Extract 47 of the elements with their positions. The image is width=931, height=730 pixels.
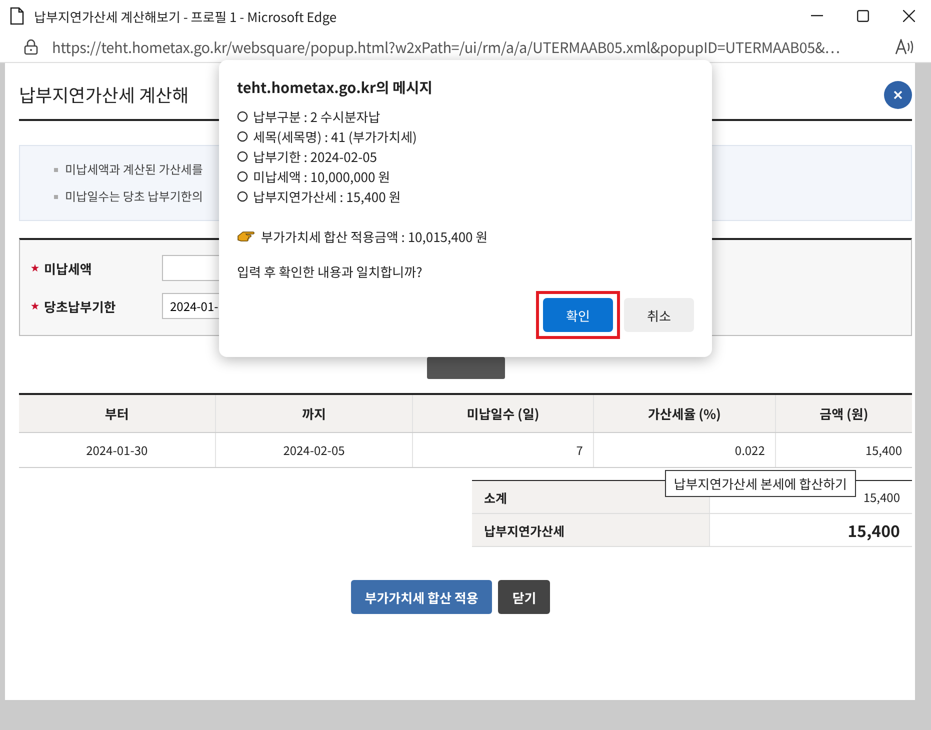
close-button[interactable]: 닫기 [498, 580, 550, 614]
summary-value: 15,400 [710, 514, 912, 546]
column-header: 금액 (원) [775, 394, 912, 432]
table-cell: 2024-01-30 [19, 432, 216, 468]
dialog-title: teht.hometax.go.kr의 메시지 [237, 77, 434, 98]
page-title: 납부지연가산세 계산해 [19, 82, 189, 108]
bullet-icon [54, 194, 58, 198]
circle-icon [237, 150, 248, 162]
table-cell: 0.022 [593, 432, 776, 468]
dialog-question: 입력 후 확인한 내용과 일치합니까? [237, 262, 424, 281]
close-icon [893, 90, 903, 100]
column-header: 가산세율 (%) [593, 394, 776, 432]
dialog-text: 납부기한 : 2024-02-05 [253, 146, 378, 166]
cancel-button[interactable]: 취소 [624, 298, 694, 332]
dialog-text: 미납세액 : 10,000,000 원 [253, 166, 390, 186]
circle-icon [237, 110, 248, 122]
circle-icon [237, 170, 248, 182]
info-text: 미납세액과 계산된 가산세를 [65, 161, 203, 178]
lock-icon[interactable] [24, 39, 38, 55]
table-cell: 2024-02-05 [215, 432, 413, 468]
tooltip: 납부지연가산세 본세에 합산하기 [664, 470, 856, 497]
ok-button[interactable]: 확인 [543, 298, 613, 332]
field-label: 당초납부기한 [44, 296, 116, 316]
dialog-text: 부가가치세 합산 적용금액 : 10,015,400 원 [261, 226, 488, 246]
circle-icon [237, 190, 248, 202]
close-icon[interactable] [903, 10, 915, 22]
table-cell: 7 [412, 432, 594, 468]
bullet-icon [54, 168, 58, 172]
window-title: 납부지연가산세 계산해보기 - 프로필 1 - Microsoft Edge [34, 6, 338, 26]
minimize-icon[interactable] [811, 15, 823, 17]
field-label: 미납세액 [44, 258, 92, 278]
dialog-text: 납부지연가산세 : 15,400 원 [253, 186, 401, 206]
close-button[interactable] [884, 81, 912, 109]
apply-button[interactable]: 부가가치세 합산 적용 [350, 580, 492, 614]
column-header: 까지 [215, 394, 413, 432]
summary-label: 납부지연가산세 [472, 514, 710, 546]
pointing-hand-icon [237, 230, 255, 242]
read-aloud-icon[interactable] [895, 39, 915, 55]
dialog-text: 세목(세목명) : 41 (부가가치세) [253, 126, 417, 146]
info-text: 미납일수는 당초 납부기한의 [65, 188, 203, 205]
page-icon [10, 7, 24, 25]
column-header: 부터 [19, 394, 216, 432]
dialog-text: 납부구분 : 2 수시분자납 [253, 106, 380, 126]
maximize-icon[interactable] [857, 10, 869, 22]
table-cell: 15,400 [775, 432, 912, 468]
circle-icon [237, 130, 248, 142]
column-header: 미납일수 (일) [412, 394, 594, 432]
